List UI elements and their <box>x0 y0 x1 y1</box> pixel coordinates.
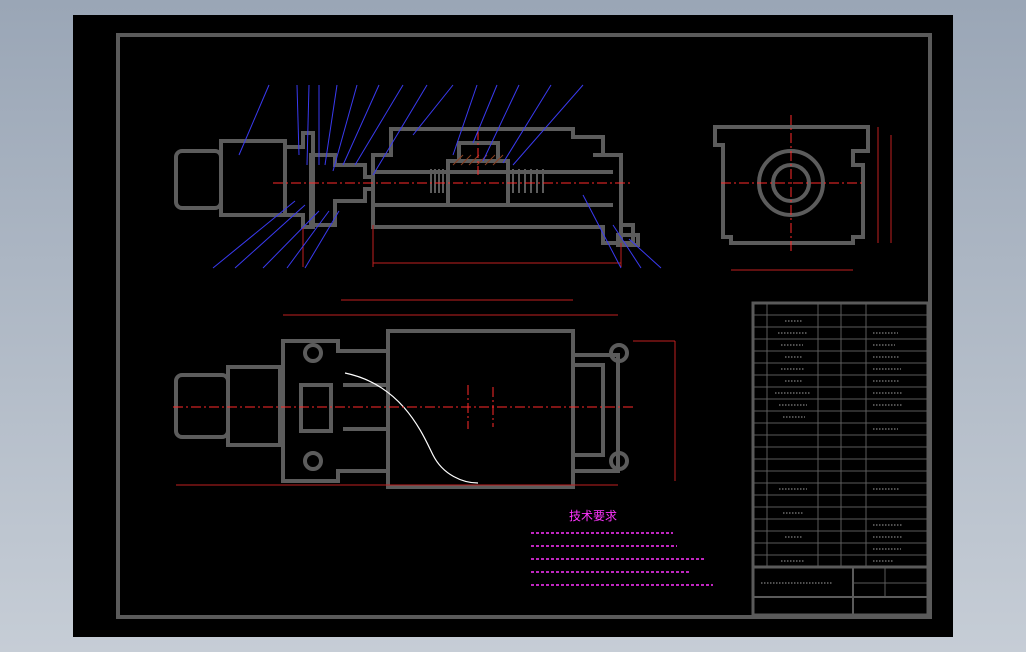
parts-list-entries <box>761 320 903 584</box>
top-plan-view <box>174 329 629 489</box>
cad-drawing-canvas[interactable]: 技术要求 <box>73 15 953 637</box>
tech-requirements-title: 技术要求 <box>569 509 617 523</box>
front-dimensions <box>302 225 622 267</box>
front-section-view <box>174 127 640 247</box>
top-dimensions <box>176 299 676 486</box>
top-centerlines <box>173 385 633 429</box>
parts-list-table <box>751 301 930 617</box>
side-centerlines <box>721 115 863 251</box>
part-leader-lines <box>212 84 662 269</box>
drawing-border <box>116 33 932 619</box>
tech-requirements-notes <box>531 532 713 586</box>
